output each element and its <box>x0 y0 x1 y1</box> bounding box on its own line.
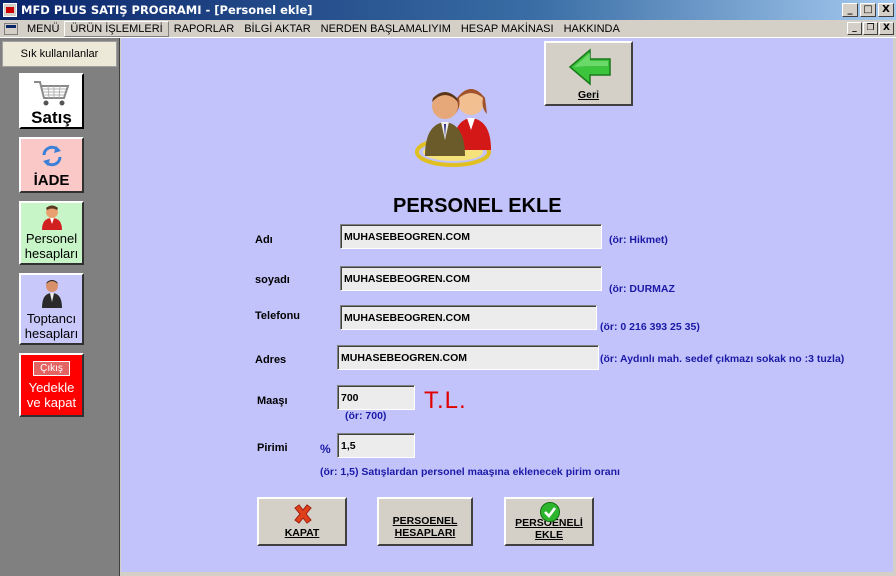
window-title: MFD PLUS SATIŞ PROGRAMI - [Personel ekle… <box>21 3 313 17</box>
address-hint: (ör: Aydınlı mah. sedef çıkmazı sokak no… <box>600 353 845 365</box>
first-name-hint: (ör: Hikmet) <box>609 234 668 246</box>
last-name-label: soyadı <box>255 274 290 286</box>
x-mark-icon <box>292 503 314 528</box>
salary-field[interactable] <box>337 385 415 410</box>
mdi-restore-button[interactable]: ❐ <box>863 22 878 35</box>
phone-label: Telefonu <box>255 310 301 322</box>
add-staff-button[interactable]: PERSOENELİ EKLE <box>504 497 594 546</box>
last-name-field[interactable] <box>340 266 602 291</box>
check-circle-icon <box>539 501 561 526</box>
sidebar-header: Sık kullanılanlar <box>2 41 117 67</box>
first-name-label: Adı <box>255 234 273 246</box>
menu-item-reports[interactable]: RAPORLAR <box>169 21 240 37</box>
menu-item-product-operations[interactable]: ÜRÜN İŞLEMLERİ <box>64 20 169 37</box>
app-icon <box>3 3 17 17</box>
sidebar: Sık kullanılanlar Satış İADE Personel he… <box>0 38 120 576</box>
sidebar-item-sales[interactable]: Satış <box>19 73 84 129</box>
sidebar-item-staff-accounts[interactable]: Personel hesapları <box>19 201 84 265</box>
salary-label: Maaşı <box>257 395 288 407</box>
menu-item-about[interactable]: HAKKINDA <box>559 21 625 37</box>
person-icon <box>21 203 82 231</box>
salary-hint: (ör: 700) <box>345 410 387 422</box>
address-field[interactable] <box>337 345 599 370</box>
mdi-minimize-button[interactable]: _ <box>847 22 862 35</box>
menu-item-calculator[interactable]: HESAP MAKİNASI <box>456 21 559 37</box>
bonus-label: Pirimi <box>257 442 288 454</box>
title-bar: MFD PLUS SATIŞ PROGRAMI - [Personel ekle… <box>0 0 896 20</box>
window-bottom-border <box>121 572 893 576</box>
personnel-emblem-icon <box>413 80 508 175</box>
mdi-close-button[interactable]: X <box>879 22 894 35</box>
refresh-icon <box>21 139 82 173</box>
close-form-label: KAPAT <box>284 527 320 539</box>
exit-badge: Çıkış <box>33 361 70 376</box>
close-form-button[interactable]: KAPAT <box>257 497 347 546</box>
minimize-button[interactable]: _ <box>842 3 858 17</box>
sidebar-item-label: Yedekle ve kapat <box>26 380 77 410</box>
maximize-button[interactable]: □ <box>860 3 876 17</box>
sidebar-item-wholesaler-accounts[interactable]: Toptancı hesapları <box>19 273 84 345</box>
address-label: Adres <box>255 354 287 366</box>
page-title: PERSONEL EKLE <box>393 195 562 217</box>
menu-item-menu[interactable]: MENÜ <box>22 21 64 37</box>
arrow-left-icon <box>568 48 612 89</box>
staff-accounts-label: PERSOENEL HESAPLARI <box>392 514 458 539</box>
staff-accounts-button[interactable]: PERSOENEL HESAPLARI <box>377 497 473 546</box>
menu-item-data-transfer[interactable]: BİLGİ AKTAR <box>239 21 315 37</box>
businessman-icon <box>21 275 82 311</box>
first-name-field[interactable] <box>340 224 602 249</box>
bonus-field[interactable] <box>337 433 415 458</box>
mdi-window-icon[interactable] <box>4 22 18 35</box>
shopping-cart-icon <box>21 75 82 110</box>
back-button[interactable]: Geri <box>544 41 633 106</box>
sidebar-item-label: Satış <box>31 108 72 127</box>
phone-hint: (ör: 0 216 393 25 35) <box>600 321 700 333</box>
sidebar-item-label: Toptancı hesapları <box>24 311 79 341</box>
sidebar-item-label: İADE <box>33 172 70 189</box>
back-button-label: Geri <box>577 89 599 101</box>
last-name-hint: (ör: DURMAZ <box>609 283 675 295</box>
sidebar-item-label: Personel hesapları <box>24 231 79 261</box>
close-button[interactable]: X <box>878 3 894 17</box>
exit-badge-label: Çıkış <box>40 363 63 374</box>
menu-item-where-to-start[interactable]: NERDEN BAŞLAMALIYIM <box>316 21 456 37</box>
phone-field[interactable] <box>340 305 597 330</box>
bonus-hint: (ör: 1,5) Satışlardan personel maaşına e… <box>320 466 620 478</box>
currency-label: T.L. <box>424 387 467 414</box>
main-panel: Geri PERSONEL EKLE Adı (ör: Hikmet) soya… <box>121 38 893 572</box>
sidebar-item-backup-and-close[interactable]: Çıkış Yedekle ve kapat <box>19 353 84 417</box>
menu-bar: MENÜ ÜRÜN İŞLEMLERİ RAPORLAR BİLGİ AKTAR… <box>0 20 896 38</box>
sidebar-item-return[interactable]: İADE <box>19 137 84 193</box>
percent-label: % <box>320 442 331 456</box>
